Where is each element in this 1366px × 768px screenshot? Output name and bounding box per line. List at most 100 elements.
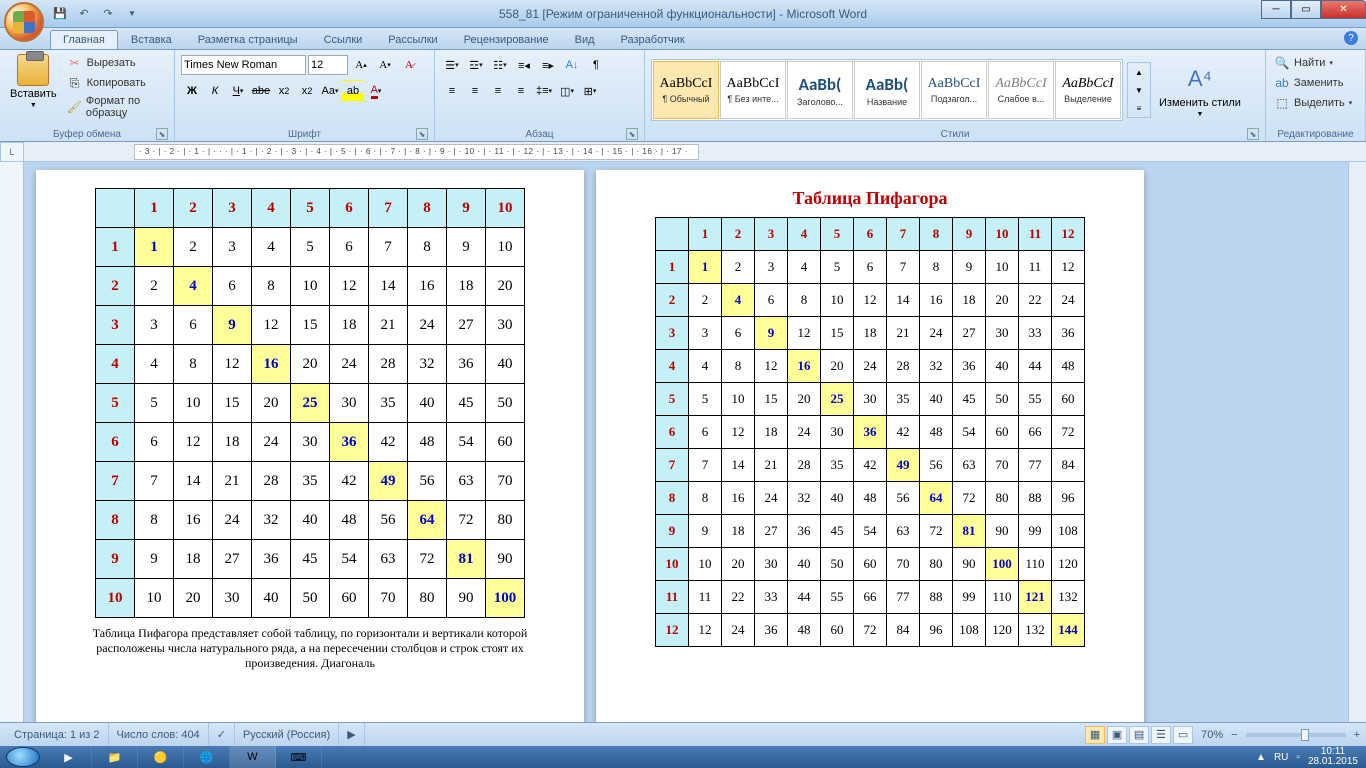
decrease-indent-button[interactable]: ≡◂ xyxy=(513,54,535,76)
style-item[interactable]: AaBbCcIСлабое в... xyxy=(988,61,1054,119)
status-proof[interactable]: ✓ xyxy=(209,723,235,746)
strike-button[interactable]: abe xyxy=(250,80,272,102)
launcher-icon[interactable]: ⬊ xyxy=(626,128,638,140)
zoom-in-button[interactable]: + xyxy=(1354,729,1360,741)
office-button[interactable] xyxy=(4,2,44,42)
gallery-more-icon[interactable]: ≡ xyxy=(1128,99,1150,117)
font-color-button[interactable]: A▾ xyxy=(365,80,387,102)
zoom-out-button[interactable]: − xyxy=(1231,729,1237,741)
bullets-button[interactable]: ☰▾ xyxy=(441,54,463,76)
task-chrome[interactable]: 🟡 xyxy=(138,746,184,768)
vertical-scrollbar[interactable] xyxy=(1348,162,1366,722)
tab-mailings[interactable]: Рассылки xyxy=(375,30,450,49)
align-center-button[interactable]: ≡ xyxy=(464,80,486,102)
task-word[interactable]: W xyxy=(230,746,276,768)
status-page[interactable]: Страница: 1 из 2 xyxy=(6,723,109,746)
format-painter-button[interactable]: 🖌Формат по образцу xyxy=(65,94,168,120)
task-media[interactable]: ▶ xyxy=(46,746,92,768)
font-family-combo[interactable] xyxy=(181,55,306,75)
replace-button[interactable]: abЗаменить xyxy=(1272,74,1354,92)
style-item[interactable]: AaBbCcIВыделение xyxy=(1055,61,1121,119)
redo-icon[interactable]: ↷ xyxy=(98,4,118,24)
tab-review[interactable]: Рецензирование xyxy=(451,30,562,49)
tab-pagelayout[interactable]: Разметка страницы xyxy=(185,30,311,49)
undo-icon[interactable]: ↶ xyxy=(74,4,94,24)
style-item[interactable]: AaBbCcI¶ Обычный xyxy=(653,61,719,119)
fullscreen-view[interactable]: ▣ xyxy=(1107,726,1127,744)
help-icon[interactable]: ? xyxy=(1344,31,1358,45)
gallery-up-icon[interactable]: ▲ xyxy=(1128,63,1150,81)
horizontal-ruler[interactable]: · 3 · | · 2 · | · 1 · | · · · | · 1 · | … xyxy=(134,144,699,160)
status-language[interactable]: Русский (Россия) xyxy=(235,723,339,746)
tab-home[interactable]: Главная xyxy=(50,30,118,49)
close-button[interactable]: ✕ xyxy=(1321,0,1366,19)
gallery-down-icon[interactable]: ▼ xyxy=(1128,81,1150,99)
subscript-button[interactable]: x2 xyxy=(273,80,295,102)
status-macro[interactable]: ▶ xyxy=(339,723,364,746)
line-spacing-button[interactable]: ‡≡▾ xyxy=(533,80,555,102)
vertical-ruler[interactable] xyxy=(0,162,24,722)
tray-up-icon[interactable]: ▲ xyxy=(1256,752,1266,763)
tab-view[interactable]: Вид xyxy=(562,30,608,49)
page-2[interactable]: Таблица Пифагора 12345678910111211234567… xyxy=(596,170,1144,722)
italic-button[interactable]: К xyxy=(204,80,226,102)
show-marks-button[interactable]: ¶ xyxy=(585,54,607,76)
select-button[interactable]: ⬚Выделить▾ xyxy=(1272,94,1354,112)
shrink-font-button[interactable]: A▾ xyxy=(374,54,396,76)
status-words[interactable]: Число слов: 404 xyxy=(109,723,209,746)
sort-button[interactable]: A↓ xyxy=(561,54,583,76)
windows-taskbar: ▶ 📁 🟡 🌐 W ⌨ ▲ RU ▫ 10:11 28.01.2015 xyxy=(0,746,1366,768)
styles-gallery[interactable]: AaBbCcI¶ ОбычныйAaBbCcI¶ Без инте...AaBb… xyxy=(651,59,1123,121)
tray-lang[interactable]: RU xyxy=(1274,752,1288,763)
launcher-icon[interactable]: ⬊ xyxy=(416,128,428,140)
maximize-button[interactable]: ▭ xyxy=(1291,0,1321,19)
web-view[interactable]: ▤ xyxy=(1129,726,1149,744)
draft-view[interactable]: ▭ xyxy=(1173,726,1193,744)
copy-button[interactable]: ⎘Копировать xyxy=(65,74,168,92)
underline-button[interactable]: Ч▾ xyxy=(227,80,249,102)
justify-button[interactable]: ≡ xyxy=(510,80,532,102)
save-icon[interactable]: 💾 xyxy=(50,4,70,24)
zoom-value[interactable]: 70% xyxy=(1201,729,1223,741)
style-item[interactable]: AaBbCcI¶ Без инте... xyxy=(720,61,786,119)
tray-flag-icon[interactable]: ▫ xyxy=(1296,752,1300,763)
align-left-button[interactable]: ≡ xyxy=(441,80,463,102)
numbering-button[interactable]: ☲▾ xyxy=(465,54,487,76)
zoom-slider[interactable] xyxy=(1246,733,1346,737)
align-right-button[interactable]: ≡ xyxy=(487,80,509,102)
font-size-combo[interactable] xyxy=(308,55,348,75)
paste-button[interactable]: Вставить ▼ xyxy=(6,52,61,111)
tab-insert[interactable]: Вставка xyxy=(118,30,185,49)
change-case-button[interactable]: Aa▾ xyxy=(319,80,341,102)
qat-dropdown-icon[interactable]: ▼ xyxy=(122,4,142,24)
style-item[interactable]: AaBb(Заголово... xyxy=(787,61,853,119)
find-button[interactable]: 🔍Найти▾ xyxy=(1272,54,1354,72)
multilevel-button[interactable]: ☷▾ xyxy=(489,54,511,76)
increase-indent-button[interactable]: ≡▸ xyxy=(537,54,559,76)
launcher-icon[interactable]: ⬊ xyxy=(156,128,168,140)
tab-references[interactable]: Ссылки xyxy=(311,30,376,49)
cut-button[interactable]: ✂Вырезать xyxy=(65,54,168,72)
bold-button[interactable]: Ж xyxy=(181,80,203,102)
style-item[interactable]: AaBbCcIПодзагол... xyxy=(921,61,987,119)
style-item[interactable]: AaBb(Название xyxy=(854,61,920,119)
outline-view[interactable]: ☰ xyxy=(1151,726,1171,744)
shading-button[interactable]: ◫▾ xyxy=(556,80,578,102)
print-layout-view[interactable]: ▦ xyxy=(1085,726,1105,744)
borders-button[interactable]: ⊞▾ xyxy=(579,80,601,102)
task-keyboard[interactable]: ⌨ xyxy=(276,746,322,768)
change-styles-button[interactable]: A⁴ Изменить стили ▼ xyxy=(1155,61,1245,120)
page-1[interactable]: 1234567891011234567891022468101214161820… xyxy=(36,170,584,722)
clear-format-button[interactable]: A̷ xyxy=(398,54,420,76)
minimize-button[interactable]: ─ xyxy=(1261,0,1291,19)
task-browser[interactable]: 🌐 xyxy=(184,746,230,768)
superscript-button[interactable]: x2 xyxy=(296,80,318,102)
task-explorer[interactable]: 📁 xyxy=(92,746,138,768)
start-button[interactable] xyxy=(6,747,40,767)
grow-font-button[interactable]: A▴ xyxy=(350,54,372,76)
tab-developer[interactable]: Разработчик xyxy=(608,30,698,49)
launcher-icon[interactable]: ⬊ xyxy=(1247,128,1259,140)
tray-clock[interactable]: 10:11 28.01.2015 xyxy=(1308,747,1358,767)
ruler-corner[interactable]: L xyxy=(0,142,24,162)
highlight-button[interactable]: ab xyxy=(342,80,364,102)
